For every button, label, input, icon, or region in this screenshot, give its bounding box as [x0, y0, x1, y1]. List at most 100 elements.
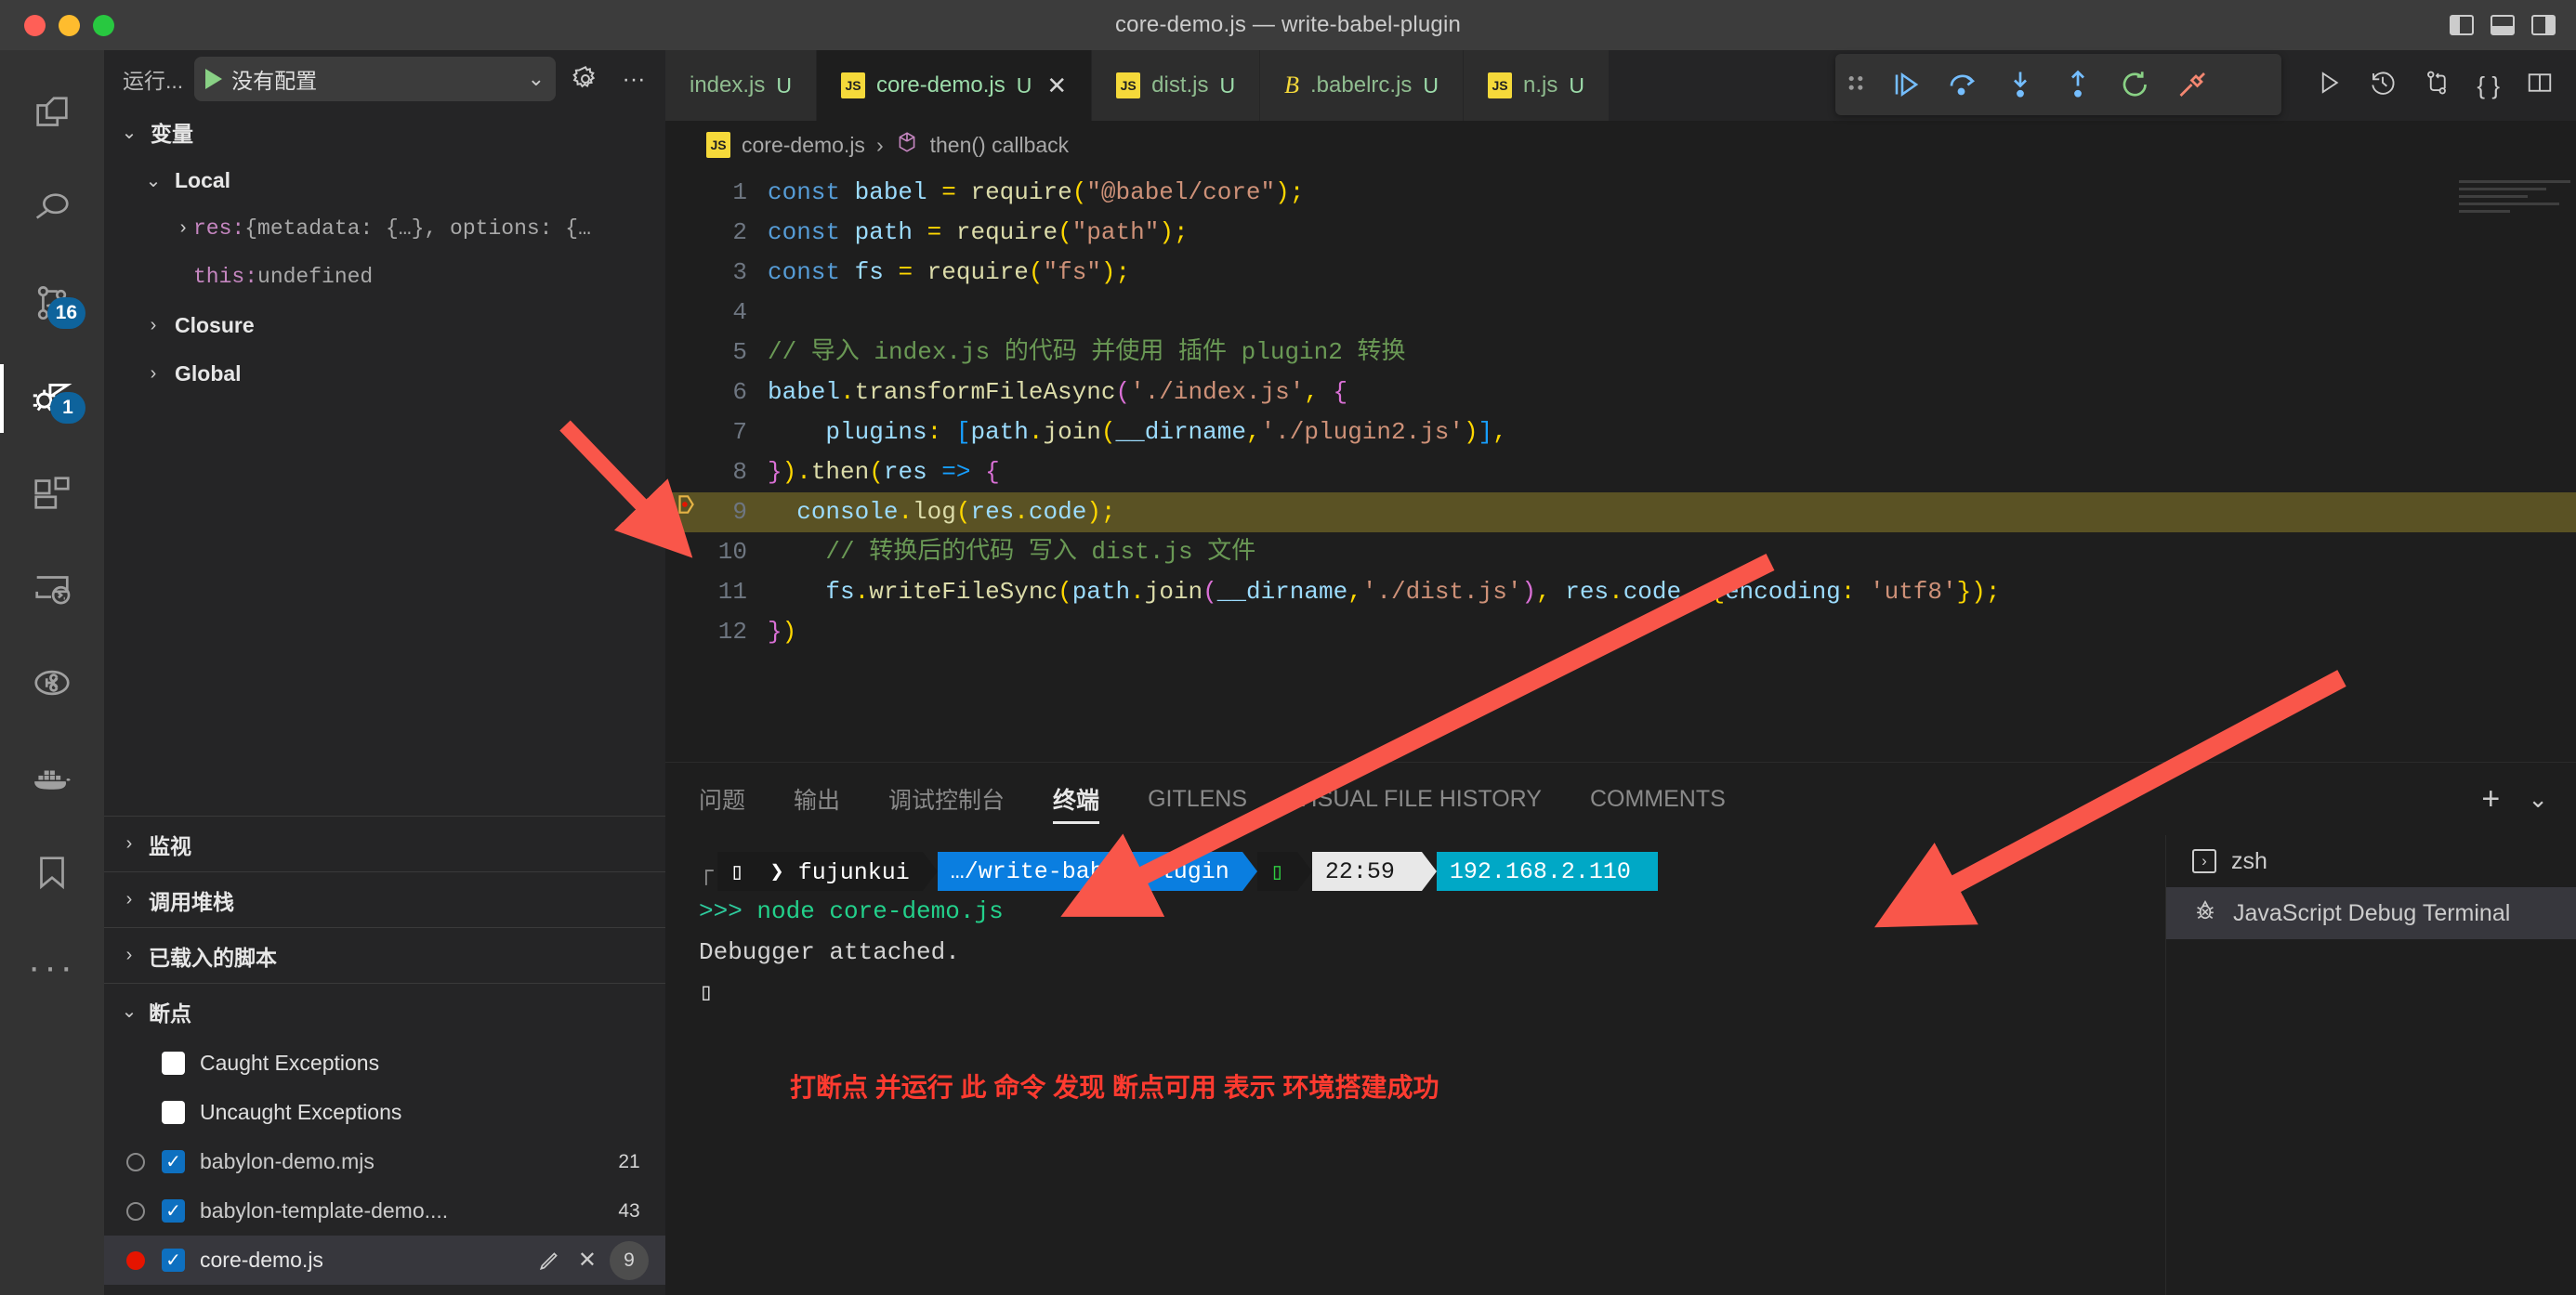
code-line[interactable]: 5// 导入 index.js 的代码 并使用 插件 plugin2 转换 [665, 333, 2576, 373]
tab-output[interactable]: 输出 [794, 763, 840, 835]
checkbox-checked-icon[interactable]: ✓ [162, 1249, 185, 1272]
breakpoint-line-number: 43 [610, 1192, 649, 1231]
sidebar-item-search[interactable] [0, 162, 104, 256]
editor-tab-plugin-js[interactable]: JS n.js U [1464, 50, 1610, 121]
checkbox-checked-icon[interactable]: ✓ [162, 1150, 185, 1173]
breakpoint-row-actions[interactable]: ✕ [537, 1247, 597, 1274]
tab-gitlens[interactable]: GITLENS [1148, 763, 1247, 835]
source-control-compare-icon[interactable] [2423, 69, 2451, 103]
breakpoint-row[interactable]: ✓ babylon-template-demo.... 43 [104, 1186, 665, 1236]
scope-closure-header[interactable]: › Closure [104, 301, 665, 349]
breadcrumb-symbol[interactable]: then() callback [930, 133, 1070, 158]
breakpoint-gutter-marker-icon[interactable] [665, 492, 706, 517]
step-into-icon[interactable] [1991, 54, 2049, 115]
editor-tab-dist-js[interactable]: JS dist.js U [1092, 50, 1260, 121]
code-line[interactable]: 12}) [665, 612, 2576, 652]
launch-config-value: 没有配置 [231, 63, 518, 95]
code-line[interactable]: 4 [665, 293, 2576, 333]
step-out-icon[interactable] [2049, 54, 2107, 115]
sidebar-item-extensions[interactable] [0, 446, 104, 541]
section-breakpoints-header[interactable]: ⌄ 断点 [104, 983, 665, 1039]
edit-pencil-icon[interactable] [537, 1249, 561, 1273]
code-editor[interactable]: 1const babel = require("@babel/core");2c… [665, 169, 2576, 652]
tab-debug-console[interactable]: 调试控制台 [888, 763, 1005, 835]
breakpoint-inactive-dot-icon[interactable] [126, 1202, 145, 1221]
variable-row-this[interactable]: this: undefined [104, 253, 665, 301]
step-over-icon[interactable] [1934, 54, 1991, 115]
section-loaded-scripts-header[interactable]: › 已载入的脚本 [104, 927, 665, 983]
new-terminal-plus-icon[interactable]: + [2481, 781, 2500, 818]
tab-comments[interactable]: COMMENTS [1590, 763, 1726, 835]
sidebar-item-run-and-debug[interactable]: 1 [0, 351, 104, 446]
braces-icon[interactable]: { } [2477, 72, 2500, 100]
terminal-body[interactable]: ┌ ▯ ❯ fujunkui …/write-babel-plugin ▯ 22… [665, 835, 2165, 1295]
code-line[interactable]: 11 fs.writeFileSync(path.join(__dirname,… [665, 572, 2576, 612]
code-line[interactable]: 10 // 转换后的代码 写入 dist.js 文件 [665, 532, 2576, 572]
editor-tab-index-js[interactable]: index.js U [665, 50, 817, 121]
sidebar-item-test-explorer[interactable] [0, 635, 104, 730]
section-call-stack-header[interactable]: › 调用堆栈 [104, 871, 665, 927]
terminal-list-item-zsh[interactable]: › zsh [2166, 835, 2576, 887]
chevron-right-icon[interactable]: › [173, 218, 193, 240]
more-actions-icon[interactable]: ··· [615, 66, 652, 93]
checkbox-unchecked-icon[interactable] [162, 1052, 185, 1075]
remove-x-icon[interactable]: ✕ [578, 1247, 597, 1274]
code-line[interactable]: 1const babel = require("@babel/core"); [665, 173, 2576, 213]
continue-icon[interactable] [1876, 54, 1934, 115]
code-line[interactable]: 7 plugins: [path.join(__dirname,'./plugi… [665, 412, 2576, 452]
panel-right-icon[interactable] [2531, 15, 2556, 35]
code-line[interactable]: 3const fs = require("fs"); [665, 253, 2576, 293]
drag-grip-icon[interactable] [1835, 70, 1876, 99]
disconnect-icon[interactable] [2164, 54, 2222, 115]
terminal-prompt-line: ┌ ▯ ❯ fujunkui …/write-babel-plugin ▯ 22… [699, 852, 2165, 891]
breakpoint-active-dot-icon[interactable] [126, 1251, 145, 1270]
section-variables-header[interactable]: ⌄ 变量 [104, 108, 665, 156]
history-icon[interactable] [2369, 69, 2397, 103]
debug-toolbar[interactable] [1835, 54, 2281, 115]
tab-terminal[interactable]: 终端 [1053, 763, 1099, 835]
panel-left-icon[interactable] [2450, 15, 2474, 35]
code-line[interactable]: 2const path = require("path"); [665, 213, 2576, 253]
checkbox-unchecked-icon[interactable] [162, 1101, 185, 1124]
sidebar-item-source-control[interactable]: 16 [0, 256, 104, 351]
scope-global-header[interactable]: › Global [104, 349, 665, 398]
breakpoint-caught-exceptions[interactable]: Caught Exceptions [104, 1039, 665, 1088]
gear-icon[interactable] [567, 64, 604, 94]
breakpoint-row[interactable]: ✓ babylon-demo.mjs 21 [104, 1137, 665, 1186]
sidebar-item-explorer[interactable] [0, 67, 104, 162]
editor-tab-core-demo-js[interactable]: JS core-demo.js U ✕ [817, 50, 1092, 121]
close-tab-icon[interactable]: ✕ [1046, 72, 1067, 100]
breakpoint-uncaught-exceptions[interactable]: Uncaught Exceptions [104, 1088, 665, 1137]
breakpoint-inactive-dot-icon[interactable] [126, 1153, 145, 1171]
breakpoint-row-core-demo[interactable]: ✓ core-demo.js ✕ 9 [104, 1236, 665, 1285]
restart-icon[interactable] [2107, 54, 2164, 115]
user-segment: ❯ fujunkui [757, 852, 923, 891]
sidebar-item-remote-explorer[interactable] [0, 541, 104, 635]
panel-bottom-icon[interactable] [2491, 15, 2515, 35]
sidebar-item-bookmarks[interactable] [0, 825, 104, 920]
breadcrumb[interactable]: JS core-demo.js › then() callback [665, 121, 2576, 169]
section-watch-header[interactable]: › 监视 [104, 816, 665, 871]
sidebar-item-more[interactable]: ··· [0, 920, 104, 1014]
terminal-list-item-js-debug[interactable]: JavaScript Debug Terminal [2166, 887, 2576, 939]
code-line[interactable]: 9 console.log(res.code); [665, 492, 2576, 532]
minimap[interactable] [2459, 180, 2570, 236]
layout-controls[interactable] [2450, 0, 2556, 50]
code-line[interactable]: 8}).then(res => { [665, 452, 2576, 492]
sidebar-item-docker[interactable] [0, 730, 104, 825]
variable-row-res[interactable]: › res: {metadata: {…}, options: {… [104, 204, 665, 253]
tab-visual-file-history[interactable]: VISUAL FILE HISTORY [1295, 763, 1542, 835]
chevron-down-icon[interactable]: ⌄ [528, 69, 545, 89]
editor-tab-babelrc-js[interactable]: B .babelrc.js U [1260, 50, 1464, 121]
tab-problems[interactable]: 问题 [699, 763, 745, 835]
breadcrumb-file[interactable]: core-demo.js [742, 133, 865, 158]
start-debug-icon[interactable] [205, 69, 222, 89]
checkbox-checked-icon[interactable]: ✓ [162, 1199, 185, 1223]
breakpoint-row[interactable]: ✓ plugin.js 2 [104, 1285, 665, 1295]
launch-config-select[interactable]: 没有配置 ⌄ [194, 57, 556, 101]
code-line[interactable]: 6babel.transformFileAsync('./index.js', … [665, 373, 2576, 412]
panel-chevron-down-icon[interactable]: ⌄ [2528, 785, 2548, 814]
scope-local-header[interactable]: ⌄ Local [104, 156, 665, 204]
run-icon[interactable] [2315, 69, 2343, 103]
split-editor-icon[interactable] [2526, 69, 2554, 103]
